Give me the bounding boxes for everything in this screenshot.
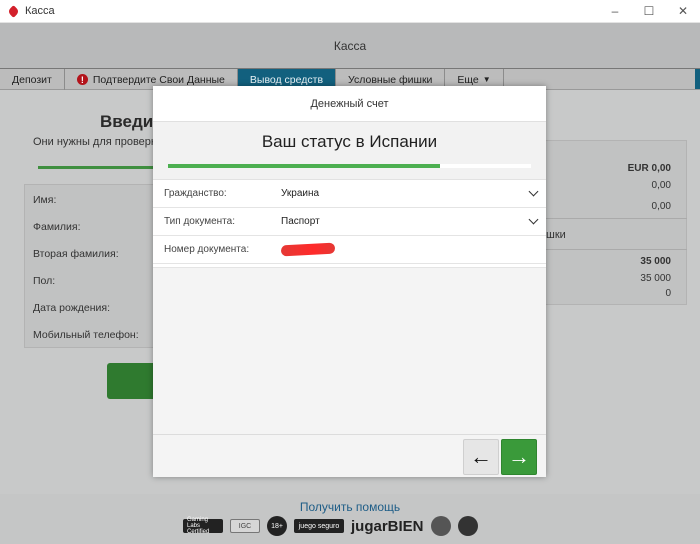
juego-seguro-badge: juego seguro <box>294 519 344 533</box>
igc-badge: IGC <box>230 519 260 533</box>
maximize-button[interactable]: ☐ <box>632 0 666 23</box>
modal-header: Денежный счет <box>153 86 546 122</box>
bg-points-line: 0 <box>665 288 671 299</box>
field-label: Тип документа: <box>164 216 235 227</box>
divider <box>545 249 687 250</box>
bg-points-total: 35 000 <box>640 256 671 267</box>
help-link[interactable]: Получить помощь <box>0 500 700 514</box>
status-title: Ваш статус в Испании <box>261 132 438 151</box>
citizenship-select[interactable]: Гражданство: Украина <box>153 180 546 208</box>
age-18-badge: 18+ <box>267 516 287 536</box>
bg-balance-label: шки <box>546 229 566 241</box>
tab-label: Условные фишки <box>348 73 433 86</box>
chevron-down-icon <box>528 186 539 197</box>
arrow-right-icon: → <box>508 444 530 469</box>
bg-page-subtitle: Они нужны для проверки <box>33 136 162 148</box>
window-controls: – ☐ ✕ <box>598 0 700 23</box>
tab-deposit[interactable]: Депозит <box>0 69 65 90</box>
tab-label: Подтвердите Свои Данные <box>92 73 225 86</box>
modal-body-empty <box>153 268 546 434</box>
chevron-down-icon <box>528 214 539 225</box>
minimize-button[interactable]: – <box>598 0 632 23</box>
field-value: Украина <box>281 188 320 199</box>
back-button[interactable]: ← <box>463 439 499 475</box>
bg-field-birth-date: Дата рождения: <box>33 302 110 314</box>
field-value: Паспорт <box>281 216 320 227</box>
divider <box>545 218 687 219</box>
arrow-left-icon: ← <box>470 444 492 469</box>
modal-footer: ← → <box>153 434 546 477</box>
field-label: Номер документа: <box>164 244 250 255</box>
money-account-modal: Денежный счет Ваш статус в Испании Гражд… <box>153 86 546 477</box>
seal-icon <box>457 516 478 536</box>
bg-balance-line: 0,00 <box>651 180 671 191</box>
bg-points-line: 35 000 <box>640 273 671 284</box>
window-title: Касса <box>25 5 55 17</box>
tab-label: Вывод средств <box>249 73 324 86</box>
tab-label: Депозит <box>12 73 52 86</box>
warning-icon: ! <box>76 74 88 85</box>
window-titlebar: Касса – ☐ ✕ <box>0 0 700 23</box>
app-header: Касса <box>0 23 700 68</box>
jugarbien-logo: jugarBIEN <box>351 517 424 535</box>
bg-submit-button <box>107 363 157 399</box>
status-form: Гражданство: Украина Тип документа: Пасп… <box>153 180 546 264</box>
bg-field-second-last-name: Вторая фамилия: <box>33 248 119 260</box>
app-logo-icon <box>8 6 19 17</box>
tab-label: Еще <box>457 73 479 86</box>
status-progress-bar <box>168 164 531 168</box>
bg-progress-bar <box>38 166 158 169</box>
app-header-title: Касса <box>333 38 367 53</box>
footer-badges: Gaming Labs Certified IGC 18+ juego segu… <box>183 514 478 538</box>
tab-bar-accent <box>695 69 700 89</box>
bg-field-first-name: Имя: <box>33 194 57 206</box>
field-label: Гражданство: <box>164 188 227 199</box>
bg-balance-total: EUR 0,00 <box>627 163 671 174</box>
bg-details-form <box>24 184 159 348</box>
gaming-labs-badge: Gaming Labs Certified <box>183 517 223 535</box>
status-progress-fill <box>168 164 441 168</box>
redacted-scribble <box>280 242 336 257</box>
bg-field-mobile-phone: Мобильный телефон: <box>33 329 139 341</box>
chevron-down-icon: ▼ <box>482 75 491 84</box>
document-type-select[interactable]: Тип документа: Паспорт <box>153 208 546 236</box>
help-link-label: Получить помощь <box>299 500 401 514</box>
bg-field-gender: Пол: <box>33 275 56 287</box>
hand-icon <box>430 516 451 536</box>
bg-field-last-name: Фамилия: <box>33 221 81 233</box>
bg-balance-line: 0,00 <box>651 201 671 212</box>
modal-title: Денежный счет <box>310 97 389 110</box>
document-number-input[interactable]: Номер документа: <box>153 236 546 264</box>
status-band: Ваш статус в Испании <box>153 122 546 180</box>
next-button[interactable]: → <box>501 439 537 475</box>
close-button[interactable]: ✕ <box>666 0 700 23</box>
